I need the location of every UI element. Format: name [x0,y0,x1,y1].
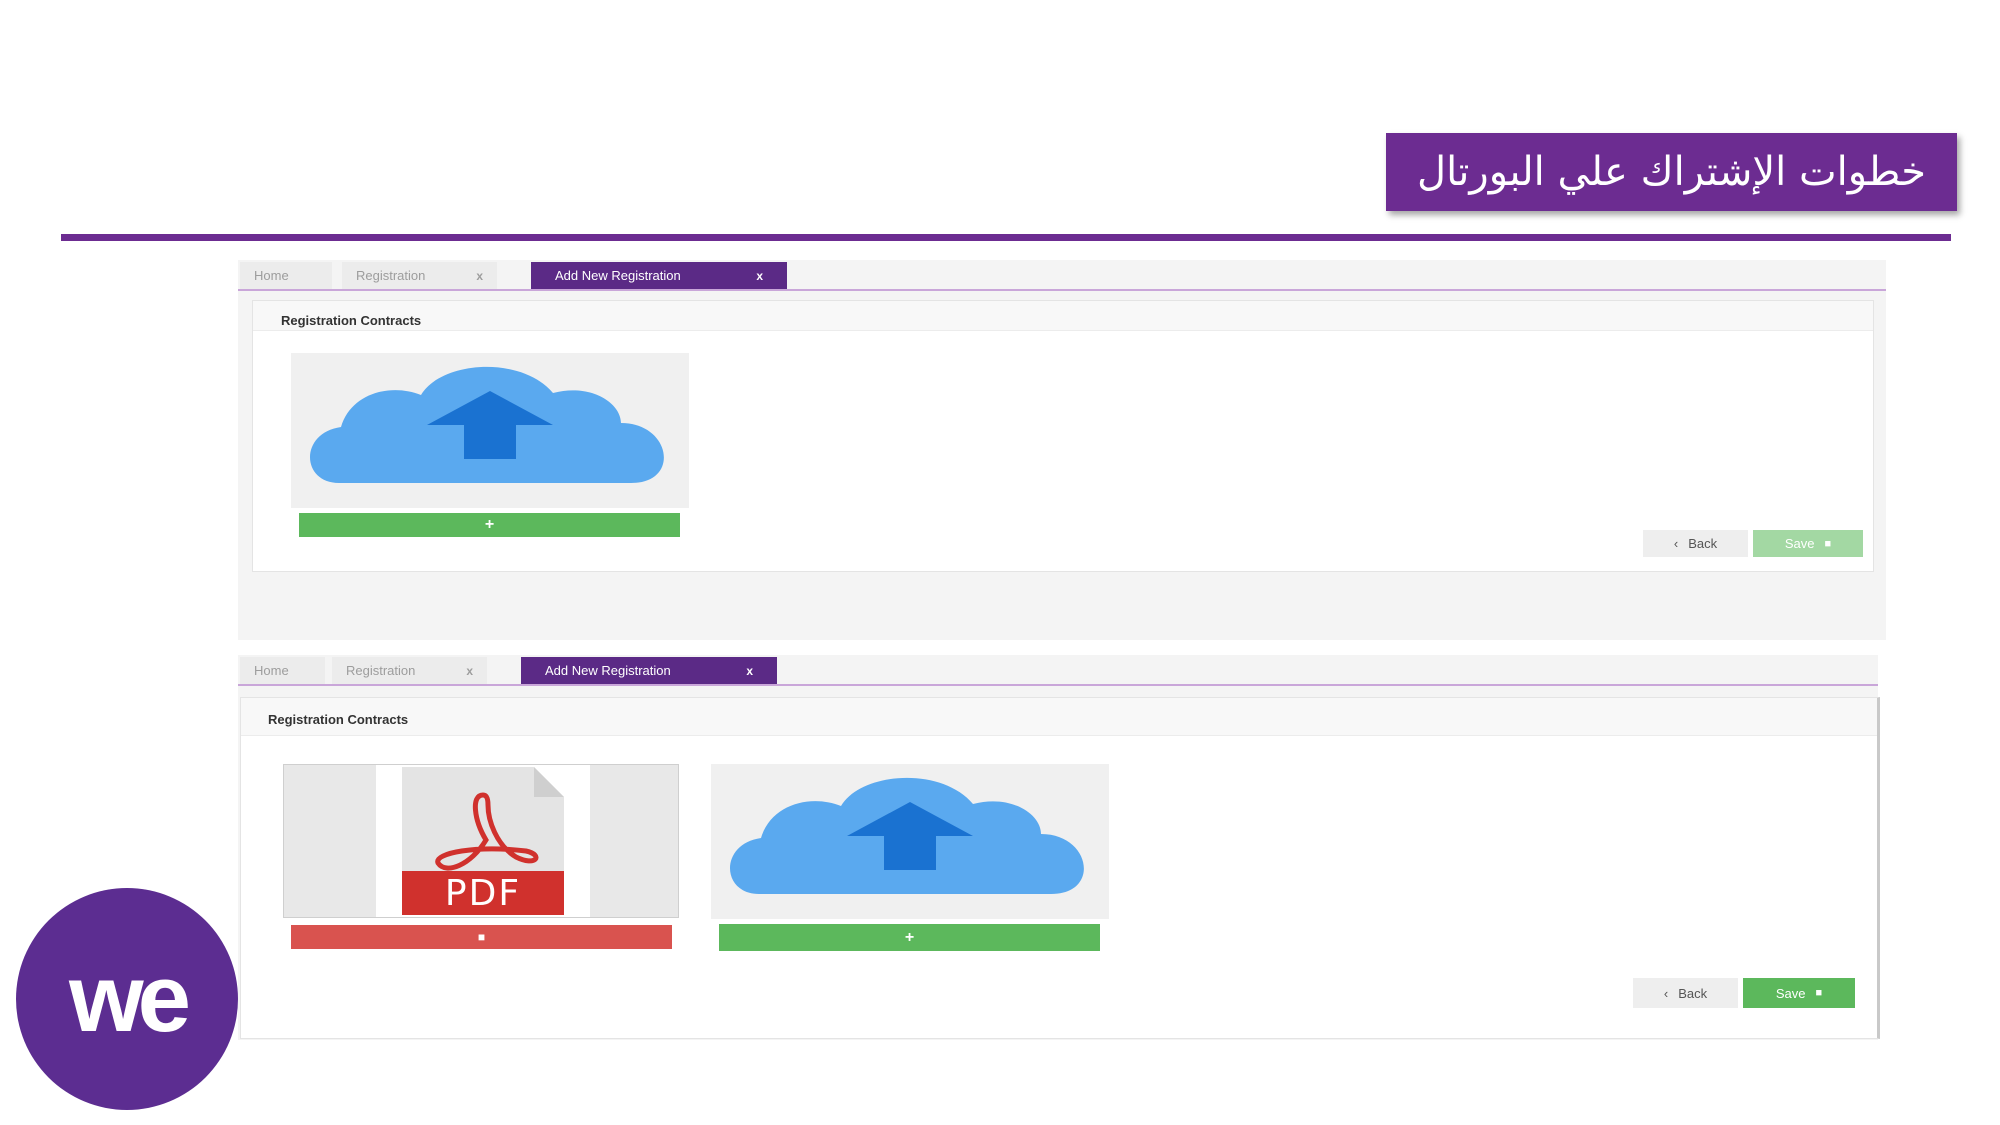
tab-home[interactable]: Home [240,262,332,289]
close-tab-icon[interactable]: x [466,664,473,678]
tab-label: Registration [346,663,416,678]
tab-label: Add New Registration [545,663,671,678]
back-button[interactable]: ‹ Back [1643,530,1748,557]
cloud-upload-icon [730,777,1084,894]
uploaded-pdf-tile[interactable]: PDF [283,764,679,918]
screenshot-panel-1: Home Registration x Add New Registration… [238,260,1886,640]
tab-home[interactable]: Home [240,657,325,684]
tab-label: Add New Registration [555,268,681,283]
tab-bar: Home Registration x Add New Registration… [238,260,1886,291]
back-label: Back [1678,985,1708,1001]
chevron-left-icon: ‹ [1663,985,1669,1001]
section-title: Registration Contracts [241,698,1877,736]
tab-label: Home [254,663,289,678]
save-button[interactable]: Save ■ [1743,978,1855,1008]
upload-tile[interactable] [291,353,689,508]
section-title: Registration Contracts [253,301,1873,331]
tab-label: Home [254,268,289,283]
save-label: Save [1775,985,1806,1001]
floppy-disk-icon: ■ [1815,987,1823,999]
registration-contracts-card: Registration Contracts PDF ■ + ‹ Back Sa… [240,697,1880,1039]
back-label: Back [1688,536,1718,551]
screenshot-panel-2: Home Registration x Add New Registration… [238,655,1880,1040]
close-tab-icon[interactable]: x [756,269,763,283]
upload-add-button[interactable]: + [719,924,1100,951]
upload-tile[interactable] [711,764,1109,919]
we-logo: we [16,888,238,1110]
tab-bar: Home Registration x Add New Registration… [238,655,1878,686]
tab-add-new-registration[interactable]: Add New Registration x [531,262,787,289]
save-button[interactable]: Save ■ [1753,530,1863,557]
tab-add-new-registration[interactable]: Add New Registration x [521,657,777,684]
back-button[interactable]: ‹ Back [1633,978,1738,1008]
title-divider [61,234,1951,241]
close-tab-icon[interactable]: x [476,269,483,283]
floppy-disk-icon: ■ [1824,537,1832,550]
tab-label: Registration [356,268,426,283]
pdf-label: PDF [444,873,522,914]
tab-registration[interactable]: Registration x [332,657,487,684]
chevron-left-icon: ‹ [1673,536,1679,551]
slide-title-text: خطوات الإشتراك علي البورتال [1417,149,1926,195]
upload-add-button[interactable]: + [299,513,680,537]
close-tab-icon[interactable]: x [746,664,753,678]
tab-registration[interactable]: Registration x [342,262,497,289]
registration-contracts-card: Registration Contracts + ‹ Back Save ■ [252,300,1874,572]
pdf-document-icon: PDF [376,765,590,917]
slide-title: خطوات الإشتراك علي البورتال [1386,133,1957,211]
save-label: Save [1784,536,1815,551]
cloud-upload-icon [310,366,664,483]
delete-file-button[interactable]: ■ [291,925,672,949]
logo-text: we [68,945,191,1052]
